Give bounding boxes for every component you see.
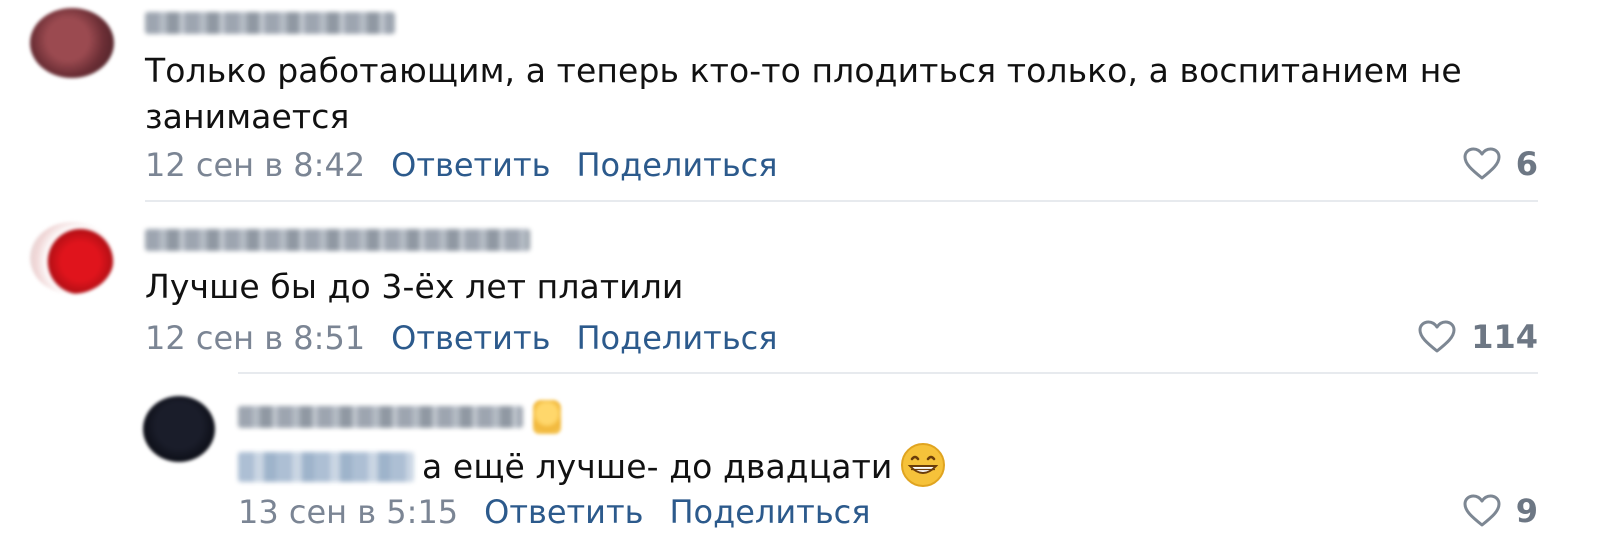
- heart-outline-icon: [1463, 147, 1501, 180]
- share-button[interactable]: Поделиться: [576, 318, 777, 358]
- avatar[interactable]: [30, 8, 114, 78]
- author-name-redacted[interactable]: [238, 400, 561, 434]
- comment-time[interactable]: 12 сен в 8:42: [145, 145, 365, 185]
- comment-time[interactable]: 12 сен в 8:51: [145, 318, 365, 358]
- avatar[interactable]: [30, 222, 114, 294]
- thumbs-up-badge-icon: [533, 400, 561, 434]
- comment-meta: 13 сен в 5:15 Ответить Поделиться: [238, 492, 871, 532]
- comment-text: Лучше бы до 3-ёх лет платили: [145, 267, 684, 306]
- heart-outline-icon: [1463, 494, 1501, 527]
- comment-time[interactable]: 13 сен в 5:15: [238, 492, 458, 532]
- share-button[interactable]: Поделиться: [576, 145, 777, 185]
- reply-text: а ещё лучше- до двадцати: [238, 442, 1438, 490]
- grinning-face-emoji: [900, 442, 946, 488]
- avatar[interactable]: [143, 396, 215, 462]
- like-count: 6: [1515, 145, 1538, 183]
- like-count: 9: [1515, 492, 1538, 530]
- like-count: 114: [1471, 318, 1538, 356]
- reply-button[interactable]: Ответить: [391, 145, 550, 185]
- comment: Лучше бы до 3-ёх лет платили 12 сен в 8:…: [0, 202, 1600, 372]
- like-button[interactable]: 6: [1462, 145, 1538, 183]
- reply-button[interactable]: Ответить: [391, 318, 550, 358]
- reply-body: а ещё лучше- до двадцати: [422, 447, 893, 486]
- comment-meta: 12 сен в 8:51 Ответить Поделиться: [145, 318, 778, 358]
- comment-text: Только работающим, а теперь кто-то плоди…: [145, 51, 1462, 136]
- share-button[interactable]: Поделиться: [669, 492, 870, 532]
- like-button[interactable]: 114: [1417, 318, 1538, 356]
- heart-outline-icon: [1418, 320, 1456, 353]
- author-name-redacted[interactable]: [145, 10, 395, 36]
- author-name-redacted[interactable]: [145, 227, 530, 253]
- reply-button[interactable]: Ответить: [484, 492, 643, 532]
- comment: Только работающим, а теперь кто-то плоди…: [0, 0, 1600, 200]
- comment-meta: 12 сен в 8:42 Ответить Поделиться: [145, 145, 778, 185]
- mention-link-redacted[interactable]: [238, 452, 414, 482]
- reply-comment: а ещё лучше- до двадцати 13 сен в 5:15 О…: [0, 374, 1600, 550]
- like-button[interactable]: 9: [1462, 492, 1538, 530]
